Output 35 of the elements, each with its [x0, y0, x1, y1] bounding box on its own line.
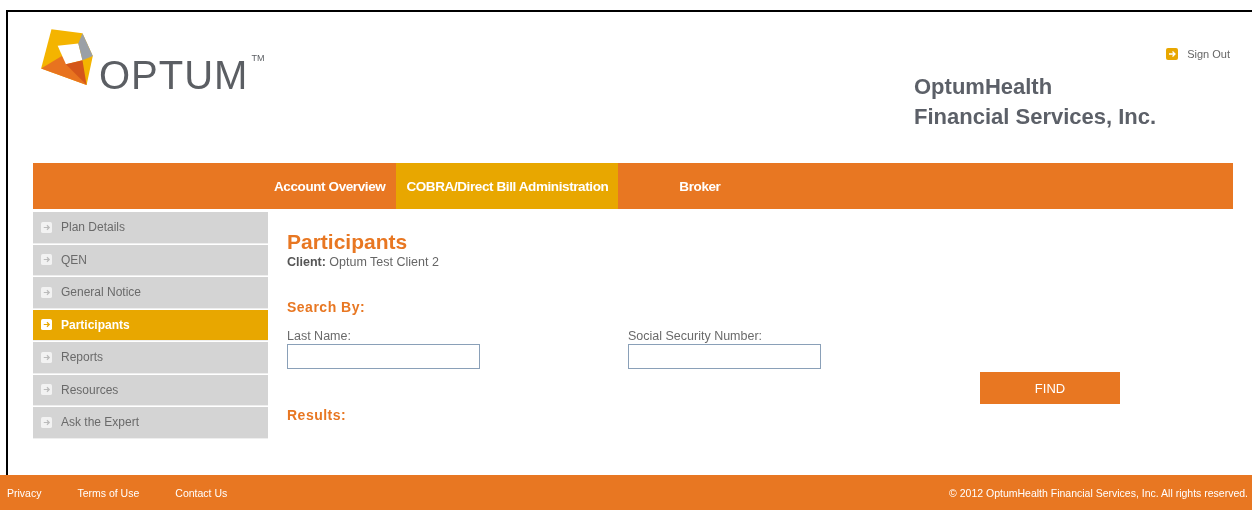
arrow-icon	[41, 416, 52, 428]
input-field[interactable]	[628, 344, 821, 369]
sidebar-item[interactable]: Participants	[33, 309, 268, 341]
section-heading: Results:	[287, 407, 348, 423]
field-label: Last Name:	[287, 329, 352, 343]
arrow-icon	[41, 286, 52, 298]
nav-tab[interactable]: Broker	[623, 163, 727, 209]
sign-out-link[interactable]: Sign Out	[1166, 48, 1230, 60]
page-title: Participants	[287, 230, 409, 254]
trademark-mark: TM	[251, 53, 265, 63]
sidebar-item[interactable]: Ask the Expert	[33, 407, 268, 439]
arrow-icon	[41, 254, 52, 266]
input-field[interactable]	[287, 344, 480, 369]
arrow-icon	[41, 384, 52, 396]
footer-link[interactable]: Privacy	[7, 486, 42, 499]
arrow-icon	[41, 319, 52, 331]
nav-tab[interactable]: Account Overview	[268, 163, 392, 209]
sidebar-item[interactable]: Plan Details	[33, 212, 268, 244]
logo-wordmark: OPTUM	[99, 53, 249, 98]
sidebar-item[interactable]: General Notice	[33, 277, 268, 309]
footer-link[interactable]: Contact Us	[175, 486, 228, 499]
copyright-text: © 2012 OptumHealth Financial Services, Inc. All rights reserved.	[949, 486, 1248, 499]
nav-tab[interactable]: COBRA/Direct Bill Administration	[396, 163, 619, 209]
arrow-icon	[41, 221, 52, 233]
find-button[interactable]: FIND	[980, 372, 1120, 404]
footer-link[interactable]: Terms of Use	[77, 486, 140, 499]
section-heading: Search By:	[287, 299, 367, 315]
arrow-icon	[1166, 48, 1179, 60]
field-label: Social Security Number:	[628, 329, 764, 343]
sidebar-item[interactable]: Resources	[33, 374, 268, 406]
arrow-icon	[41, 351, 52, 363]
sidebar-item[interactable]: QEN	[33, 244, 268, 276]
sidebar-item[interactable]: Reports	[33, 342, 268, 374]
company-name: OptumHealth Financial Services, Inc.	[914, 73, 1158, 131]
client-line: Client: Optum Test Client 2	[287, 255, 440, 269]
